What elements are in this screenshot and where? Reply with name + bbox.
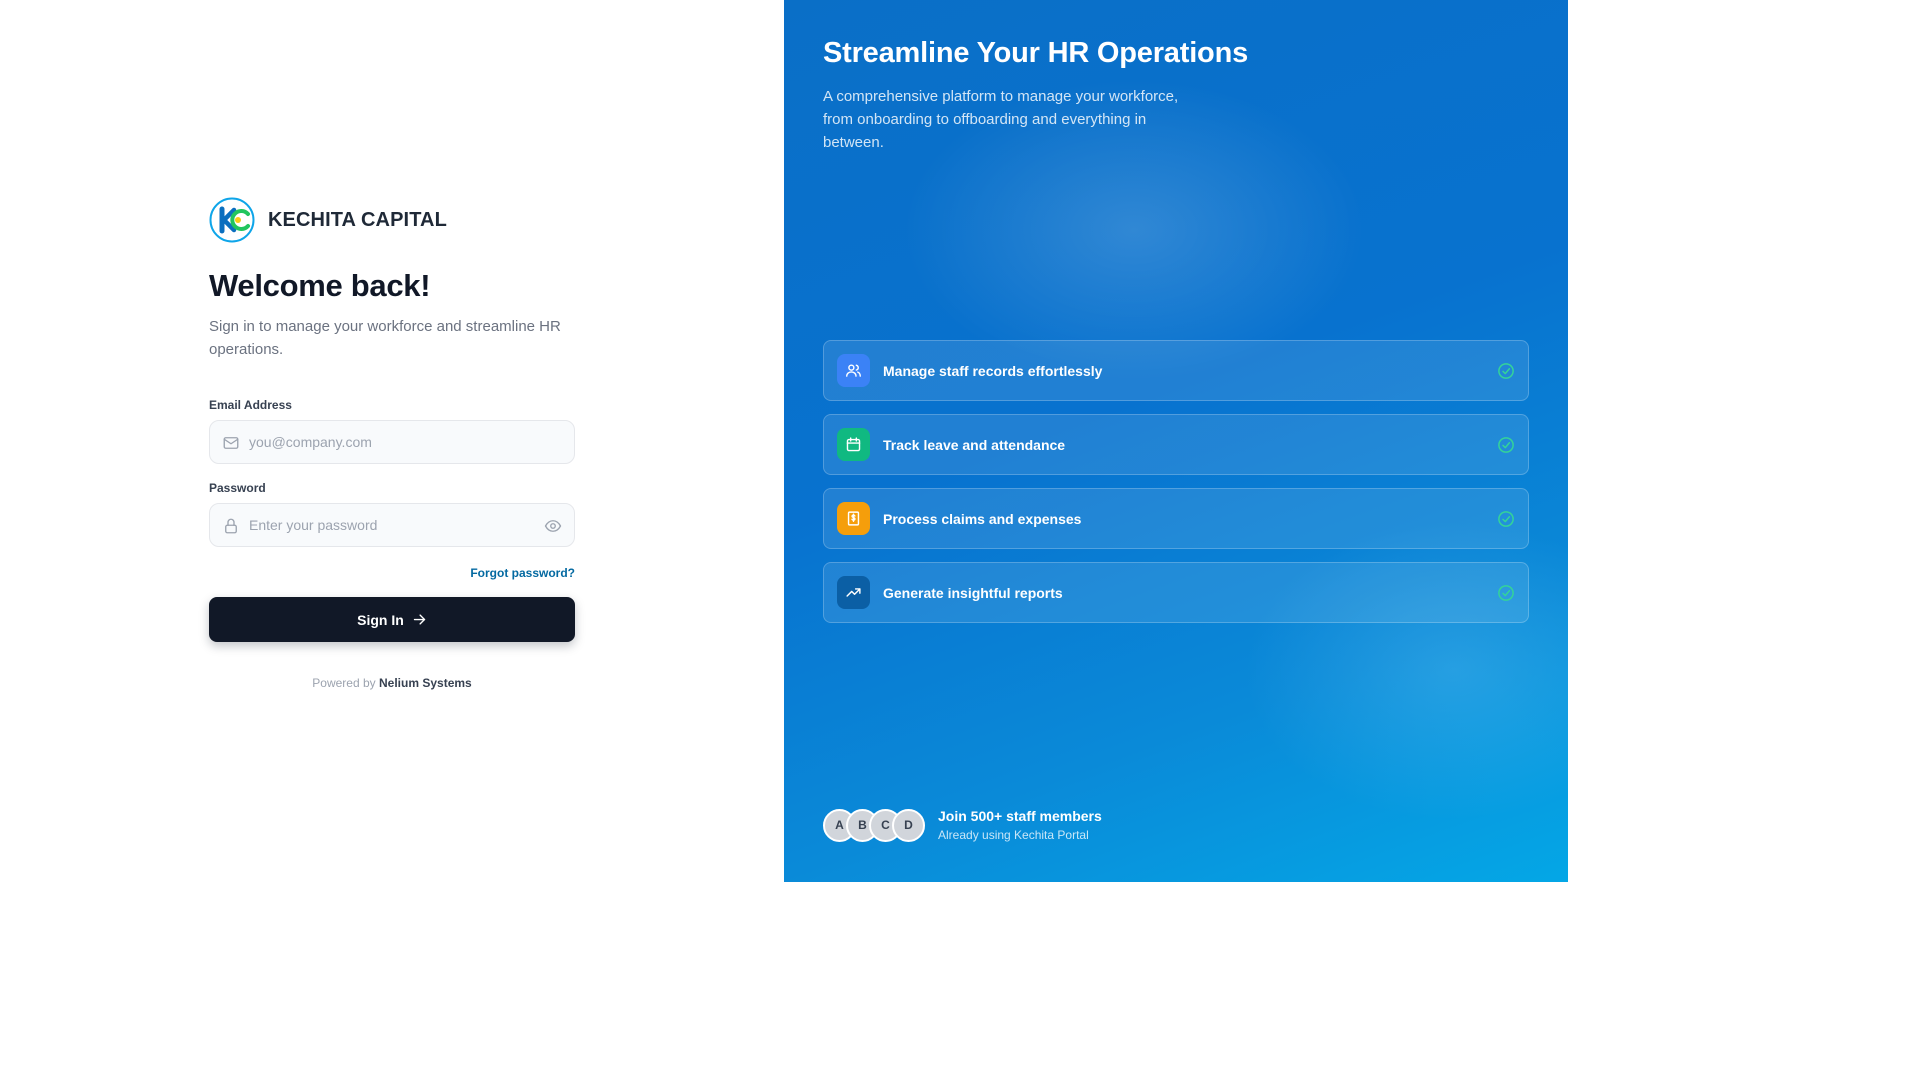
social-proof: A B C D Join 500+ staff members Already … xyxy=(823,808,1102,842)
feature-icon-badge xyxy=(837,354,870,387)
social-text: Join 500+ staff members Already using Ke… xyxy=(938,808,1102,843)
kc-logo-icon xyxy=(209,197,255,243)
arrow-right-icon xyxy=(413,614,426,625)
feature-list: Manage staff records effortlessly Track … xyxy=(823,340,1529,636)
feature-label: Process claims and expenses xyxy=(883,510,1082,527)
hero-description: A comprehensive platform to manage your … xyxy=(823,88,1179,151)
powered-by: Powered by Nelium Systems xyxy=(209,676,575,690)
email-label: Email Address xyxy=(209,398,292,412)
feature-icon-badge xyxy=(837,502,870,535)
sign-in-label: Sign In xyxy=(357,611,404,628)
brand-name: KECHITA CAPITAL xyxy=(268,208,447,231)
brand-header: KECHITA CAPITAL xyxy=(209,197,575,243)
powered-by-prefix: Powered by xyxy=(312,676,376,690)
receipt-icon xyxy=(847,511,860,526)
forgot-row: Forgot password? xyxy=(209,564,575,580)
password-input[interactable] xyxy=(210,504,574,546)
feature-label: Track leave and attendance xyxy=(883,436,1066,453)
social-subtitle: Already using Kechita Portal xyxy=(938,827,1089,842)
hero-panel: Streamline Your HR Operations A comprehe… xyxy=(784,0,1568,882)
social-title: Join 500+ staff members xyxy=(938,807,1102,824)
check-circle-icon xyxy=(1498,363,1514,379)
avatar-stack: A B C D xyxy=(823,808,925,842)
hero-title: Streamline Your HR Operations xyxy=(823,37,1249,69)
feature-icon-badge xyxy=(837,576,870,609)
email-input[interactable] xyxy=(210,421,574,463)
check-circle-icon xyxy=(1498,437,1514,453)
email-field-wrapper xyxy=(209,420,575,464)
feature-item: Manage staff records effortlessly xyxy=(823,340,1529,401)
feature-item: Process claims and expenses xyxy=(823,488,1529,549)
welcome-title: Welcome back! xyxy=(209,268,431,303)
sign-in-button[interactable]: Sign In xyxy=(209,597,575,642)
feature-icon-badge xyxy=(837,428,870,461)
login-panel: KECHITA CAPITAL Welcome back! Sign in to… xyxy=(0,0,784,882)
powered-by-company: Nelium Systems xyxy=(379,676,472,690)
welcome-subtitle: Sign in to manage your workforce and str… xyxy=(209,318,561,358)
trending-up-icon xyxy=(846,588,861,597)
calendar-icon xyxy=(846,437,861,452)
password-label: Password xyxy=(209,481,266,495)
check-circle-icon xyxy=(1498,585,1514,601)
users-icon xyxy=(846,364,861,377)
feature-label: Generate insightful reports xyxy=(883,584,1063,601)
eye-icon[interactable] xyxy=(544,517,562,535)
feature-item: Track leave and attendance xyxy=(823,414,1529,475)
feature-label: Manage staff records effortlessly xyxy=(883,362,1103,379)
forgot-password-link[interactable]: Forgot password? xyxy=(470,566,575,580)
avatar: D xyxy=(892,808,925,842)
check-circle-icon xyxy=(1498,511,1514,527)
password-field-wrapper xyxy=(209,503,575,547)
feature-item: Generate insightful reports xyxy=(823,562,1529,623)
login-form: KECHITA CAPITAL Welcome back! Sign in to… xyxy=(209,197,575,690)
